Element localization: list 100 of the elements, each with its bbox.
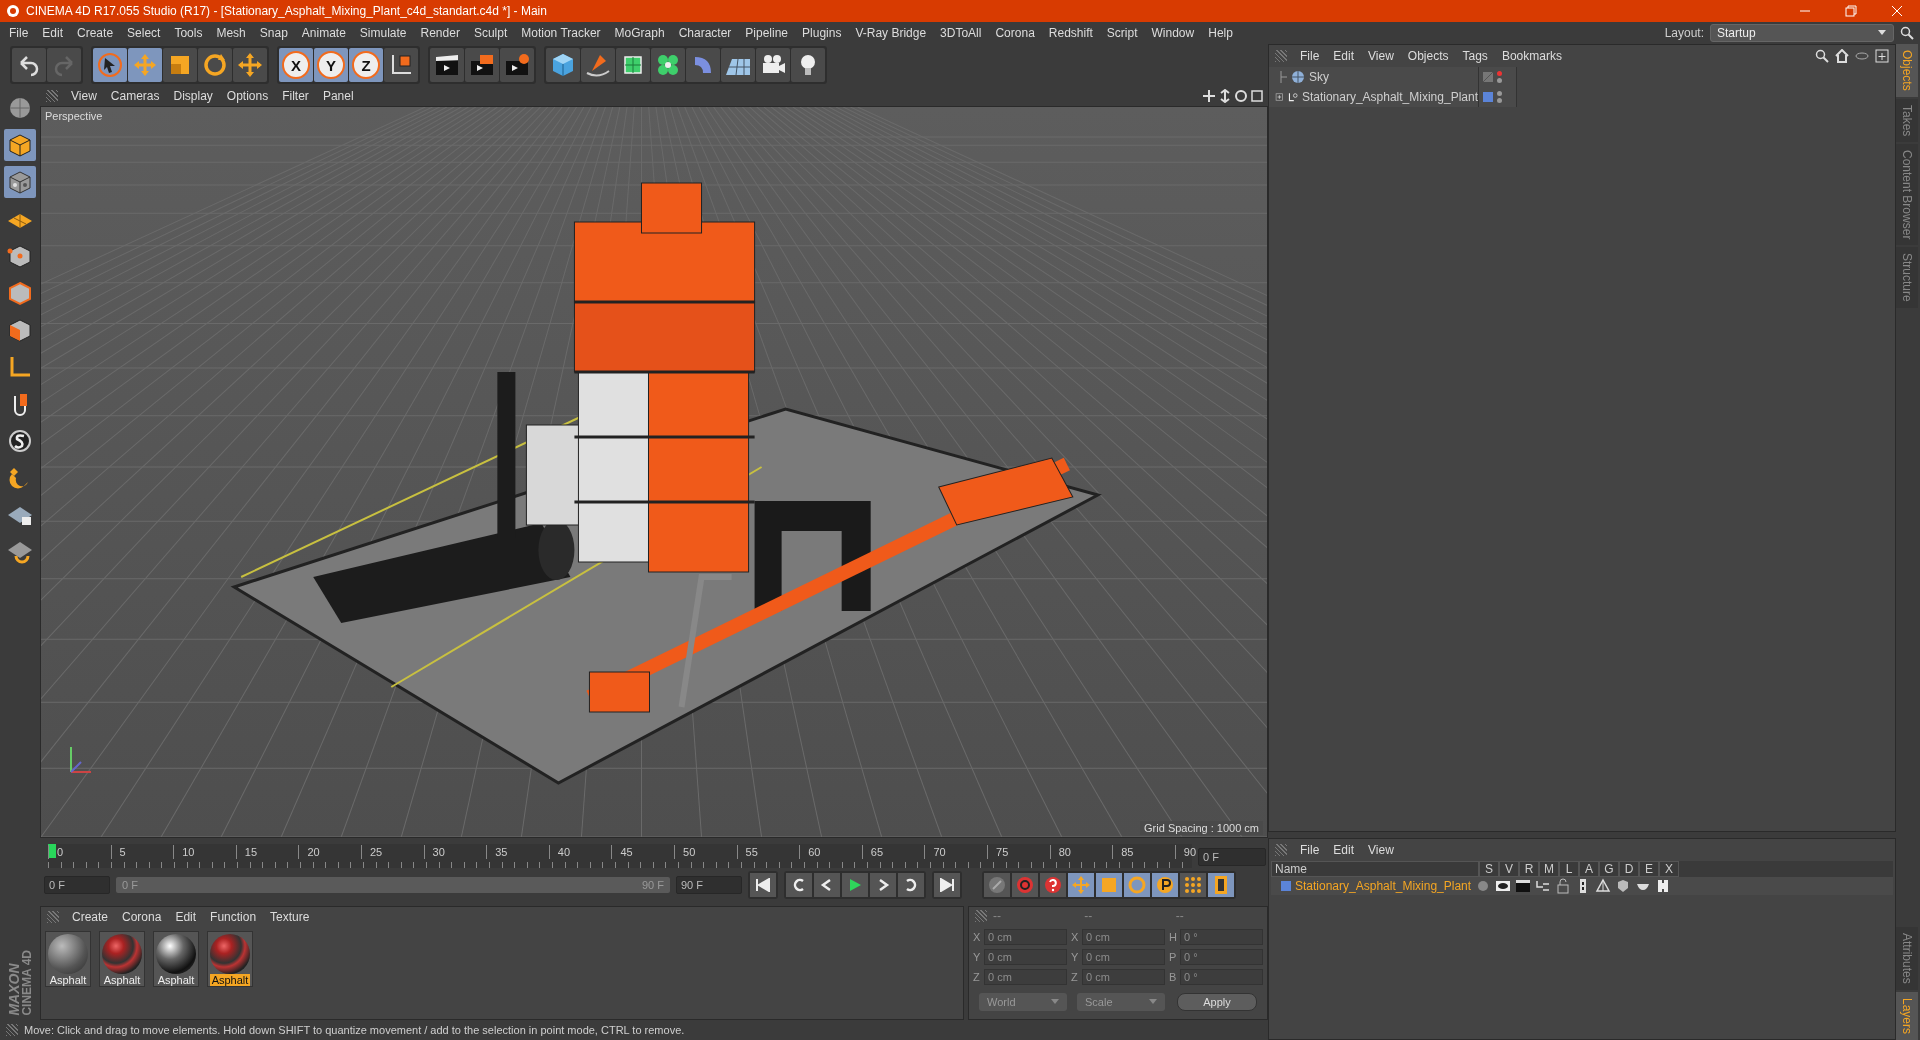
checker-cube-mode-button[interactable] [4, 166, 36, 198]
menu-item[interactable]: Edit [35, 26, 71, 40]
material-menu-item[interactable]: Function [203, 910, 264, 924]
expand-icon[interactable] [1275, 91, 1284, 103]
menu-item[interactable]: File [2, 26, 36, 40]
column-header[interactable]: S [1479, 861, 1499, 877]
current-frame-field[interactable]: 0 F [1198, 848, 1266, 866]
menu-item[interactable]: MoGraph [607, 26, 672, 40]
object-menu-item[interactable]: Bookmarks [1494, 49, 1569, 63]
go-to-start-button[interactable] [750, 873, 776, 897]
undo-tool-button[interactable] [12, 48, 46, 82]
column-header[interactable]: V [1499, 861, 1519, 877]
apply-button[interactable]: Apply [1177, 993, 1257, 1011]
menu-item[interactable]: Window [1144, 26, 1202, 40]
clapperboard-icon[interactable] [1515, 878, 1531, 894]
search-icon[interactable] [1900, 26, 1914, 40]
start-frame-field[interactable]: 0 F [44, 876, 110, 894]
panel-grip-icon[interactable] [975, 910, 987, 922]
column-header[interactable]: A [1579, 861, 1599, 877]
menu-item[interactable]: Snap [252, 26, 295, 40]
cloner-tool-button[interactable] [651, 48, 685, 82]
column-header[interactable]: E [1639, 861, 1659, 877]
puzzle-icon[interactable] [1655, 878, 1671, 894]
menu-item[interactable]: Create [70, 26, 121, 40]
clapperboard-tool-button[interactable] [465, 48, 499, 82]
previous-key-button[interactable] [786, 873, 812, 897]
menu-item[interactable]: V-Ray Bridge [848, 26, 934, 40]
end-frame-field[interactable]: 90 F [676, 876, 742, 894]
panel-grip-icon[interactable] [6, 1024, 18, 1036]
camera-tool-button[interactable] [756, 48, 790, 82]
pen-tool-button[interactable] [581, 48, 615, 82]
layer-menu-item[interactable]: File [1293, 843, 1327, 857]
film-strip-key-button[interactable] [1208, 873, 1234, 897]
panel-grip-icon[interactable] [1275, 844, 1287, 856]
hierarchy-icon[interactable] [1535, 878, 1551, 894]
pyramid-icon[interactable] [1595, 878, 1611, 894]
next-frame-button[interactable] [870, 873, 896, 897]
next-key-button[interactable] [898, 873, 924, 897]
transform-arrows-tool-button[interactable] [233, 48, 267, 82]
column-header[interactable]: Name [1271, 861, 1479, 877]
dot-grid-key-button[interactable] [1180, 873, 1206, 897]
clapperboard-tool-button[interactable] [430, 48, 464, 82]
menu-item[interactable]: Motion Tracker [514, 26, 608, 40]
axis-lock-button[interactable]: Y [314, 48, 348, 82]
viewport-menu-item[interactable]: Filter [275, 89, 316, 103]
viewport-menu-item[interactable]: Panel [315, 89, 361, 103]
viewport-menu-item[interactable]: Display [166, 89, 220, 103]
menu-item[interactable]: Render [413, 26, 467, 40]
scale-square-tool-button[interactable] [163, 48, 197, 82]
menu-item[interactable]: Mesh [209, 26, 253, 40]
material-swatch[interactable]: Asphalt [207, 931, 253, 987]
column-header[interactable]: X [1659, 861, 1679, 877]
menu-item[interactable]: Help [1201, 26, 1240, 40]
maximize-view-icon[interactable] [1250, 89, 1264, 103]
panel-grip-icon[interactable] [46, 90, 58, 102]
side-tab[interactable]: Layers [1896, 991, 1918, 1040]
menu-item[interactable]: Simulate [352, 26, 414, 40]
question-key-button[interactable] [1040, 873, 1066, 897]
menu-item[interactable]: Plugins [795, 26, 849, 40]
subdivision-cube-tool-button[interactable] [616, 48, 650, 82]
object-menu-item[interactable]: Tags [1455, 49, 1495, 63]
viewport-menu-item[interactable]: Options [219, 89, 276, 103]
new-panel-icon[interactable] [1875, 49, 1889, 63]
menu-item[interactable]: Sculpt [466, 26, 515, 40]
material-swatch[interactable]: Asphalt [99, 931, 145, 987]
material-menu-item[interactable]: Corona [115, 910, 169, 924]
parameter-key-button[interactable] [1152, 873, 1178, 897]
menu-item[interactable]: Redshift [1041, 26, 1100, 40]
light-bulb-tool-button[interactable] [791, 48, 825, 82]
cursor-tool-button[interactable] [93, 48, 127, 82]
orbit-icon[interactable] [1234, 89, 1248, 103]
panel-grip-icon[interactable] [1275, 50, 1287, 62]
key-key-button[interactable] [984, 873, 1010, 897]
object-menu-item[interactable]: View [1361, 49, 1401, 63]
axis-lock-button[interactable]: X [279, 48, 313, 82]
menu-item[interactable]: Animate [294, 26, 353, 40]
3d-viewport[interactable]: Perspective Grid Spacing : 1000 cm [40, 106, 1268, 838]
panel-grip-icon[interactable] [47, 911, 59, 923]
menu-item[interactable]: Script [1099, 26, 1145, 40]
playhead-handle[interactable] [48, 844, 56, 858]
bend-tool-button[interactable] [686, 48, 720, 82]
search-icon[interactable] [1815, 49, 1829, 63]
material-menu-item[interactable]: Edit [168, 910, 204, 924]
eye-icon[interactable] [1495, 878, 1511, 894]
go-to-end-button[interactable] [934, 873, 960, 897]
coordinate-system-tool-button[interactable] [384, 48, 418, 82]
object-menu-item[interactable]: Objects [1400, 49, 1456, 63]
ellipse-icon[interactable] [1855, 49, 1869, 63]
cube-mode-button[interactable] [4, 129, 36, 161]
menu-item[interactable]: Select [120, 26, 168, 40]
zoom-arrows-icon[interactable] [1218, 89, 1232, 103]
previous-frame-button[interactable] [814, 873, 840, 897]
material-swatch[interactable]: Asphalt [45, 931, 91, 987]
column-header[interactable]: D [1619, 861, 1639, 877]
menu-item[interactable]: 3DToAll [933, 26, 989, 40]
object-menu-item[interactable]: Edit [1326, 49, 1362, 63]
side-tab[interactable]: Attributes [1896, 927, 1918, 990]
pan-icon[interactable] [1202, 89, 1216, 103]
column-header[interactable]: M [1539, 861, 1559, 877]
menu-item[interactable]: Character [671, 26, 739, 40]
